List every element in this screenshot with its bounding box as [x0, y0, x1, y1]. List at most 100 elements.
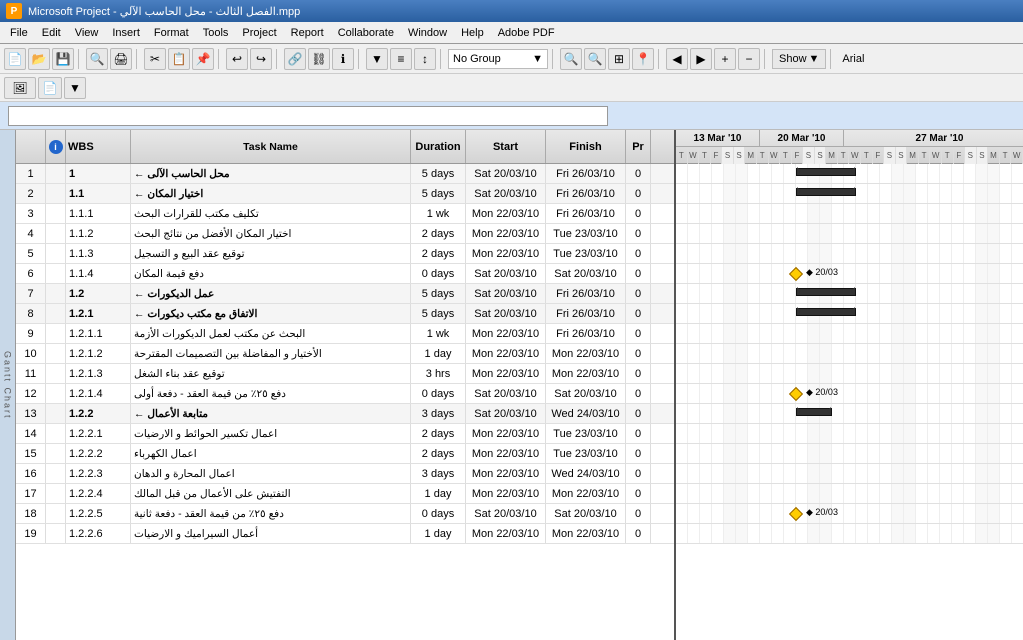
cut-button[interactable]: ✂ — [144, 48, 166, 70]
table-row[interactable]: 11محل الحاسب الآلى ←5 daysSat 20/03/10Fr… — [16, 164, 674, 184]
day-header-cell: T — [1000, 147, 1012, 164]
copy-button[interactable]: 📋 — [168, 48, 190, 70]
cell-taskname: اختيار المكان الأفضل من نتائج البحث — [131, 224, 411, 243]
menu-file[interactable]: File — [4, 25, 34, 41]
week-header: 20 Mar '10 — [760, 130, 844, 146]
unlink-button[interactable]: ⛓ — [308, 48, 330, 70]
menu-help[interactable]: Help — [455, 25, 490, 41]
cell-wbs: 1.2 — [66, 284, 131, 303]
cell-duration: 2 days — [411, 244, 466, 263]
cell-wbs: 1.2.2.1 — [66, 424, 131, 443]
back-button[interactable]: ◀ — [666, 48, 688, 70]
cell-duration: 5 days — [411, 164, 466, 183]
cell-wbs: 1.2.1.4 — [66, 384, 131, 403]
dropdown3-button[interactable]: ▼ — [64, 77, 86, 99]
table-row[interactable]: 141.2.2.1اعمال تكسير الحوائط و الارضيات2… — [16, 424, 674, 444]
day-header-cell: M — [988, 147, 1000, 164]
zoom-out-button[interactable]: 🔍 — [584, 48, 606, 70]
table-row[interactable]: 131.2.2متابعة الأعمال ←3 daysSat 20/03/1… — [16, 404, 674, 424]
task-name-input[interactable] — [8, 106, 608, 126]
group-button[interactable]: ≡ — [390, 48, 412, 70]
add-button[interactable]: + — [714, 48, 736, 70]
menu-collaborate[interactable]: Collaborate — [332, 25, 400, 41]
img1-button[interactable]: 🖼 — [4, 77, 36, 99]
menu-report[interactable]: Report — [285, 25, 330, 41]
table-row[interactable]: 41.1.2اختيار المكان الأفضل من نتائج البح… — [16, 224, 674, 244]
paste-button[interactable]: 📌 — [192, 48, 214, 70]
cell-duration: 2 days — [411, 224, 466, 243]
menu-project[interactable]: Project — [236, 25, 282, 41]
undo-button[interactable]: ↩ — [226, 48, 248, 70]
forward-button[interactable]: ▶ — [690, 48, 712, 70]
new-button[interactable]: 📄 — [4, 48, 26, 70]
col-header-duration[interactable]: Duration — [411, 130, 466, 163]
table-row[interactable]: 111.2.1.3توقيع عقد بناء الشغل3 hrsMon 22… — [16, 364, 674, 384]
table-row[interactable]: 181.2.2.5دفع ٢٥٪ من قيمة العقد - دفعة ثا… — [16, 504, 674, 524]
cell-taskname: أعمال السيراميك و الارضيات — [131, 524, 411, 543]
menu-tools[interactable]: Tools — [197, 25, 235, 41]
chart-row — [676, 204, 1023, 224]
save-button[interactable]: 💾 — [52, 48, 74, 70]
zoom-in-button[interactable]: 🔍 — [560, 48, 582, 70]
print-preview-button[interactable]: 🔍 — [86, 48, 108, 70]
table-row[interactable]: 121.2.1.4دفع ٢٥٪ من قيمة العقد - دفعة أو… — [16, 384, 674, 404]
img2-button[interactable]: 📄 — [38, 77, 62, 99]
day-header-cell: T — [838, 147, 850, 164]
print-button[interactable]: 🖨 — [110, 48, 132, 70]
table-row[interactable]: 161.2.2.3اعمال المحارة و الدهان3 daysMon… — [16, 464, 674, 484]
gantt-summary-bar[interactable] — [796, 408, 832, 416]
link-button[interactable]: 🔗 — [284, 48, 306, 70]
cell-num: 5 — [16, 244, 46, 263]
table-row[interactable]: 101.2.1.2الأختيار و المفاضلة بين التصميم… — [16, 344, 674, 364]
menu-adobe-pdf[interactable]: Adobe PDF — [492, 25, 561, 41]
gantt-summary-bar[interactable] — [796, 168, 856, 176]
minus-button[interactable]: − — [738, 48, 760, 70]
cell-pr: 0 — [626, 384, 651, 403]
table-row[interactable]: 171.2.2.4التفتيش على الأعمال من قبل الما… — [16, 484, 674, 504]
gantt-summary-bar[interactable] — [796, 288, 856, 296]
task-info-button[interactable]: ℹ — [332, 48, 354, 70]
gantt-summary-bar[interactable] — [796, 308, 856, 316]
cell-pr: 0 — [626, 244, 651, 263]
menu-format[interactable]: Format — [148, 25, 195, 41]
col-header-finish[interactable]: Finish — [546, 130, 626, 163]
cell-taskname: التفتيش على الأعمال من قبل المالك — [131, 484, 411, 503]
cell-pr: 0 — [626, 264, 651, 283]
cell-finish: Fri 26/03/10 — [546, 204, 626, 223]
cell-finish: Mon 22/03/10 — [546, 364, 626, 383]
milestone-label: ◆ 20/03 — [806, 267, 838, 278]
table-row[interactable]: 91.2.1.1البحث عن مكتب لعمل الديكورات الأ… — [16, 324, 674, 344]
chart-row — [676, 364, 1023, 384]
col-header-pr[interactable]: Pr — [626, 130, 651, 163]
col-header-start[interactable]: Start — [466, 130, 546, 163]
menu-edit[interactable]: Edit — [36, 25, 67, 41]
day-header-cell: S — [803, 147, 815, 164]
col-header-taskname[interactable]: Task Name — [131, 130, 411, 163]
group-dropdown[interactable]: No Group▼ — [448, 49, 548, 69]
zoom-fit-button[interactable]: ⊞ — [608, 48, 630, 70]
table-row[interactable]: 191.2.2.6أعمال السيراميك و الارضيات1 day… — [16, 524, 674, 544]
menu-window[interactable]: Window — [402, 25, 453, 41]
chart-row — [676, 164, 1023, 184]
cell-num: 6 — [16, 264, 46, 283]
show-dropdown[interactable]: Show▼ — [772, 49, 826, 69]
redo-button[interactable]: ↪ — [250, 48, 272, 70]
cell-taskname: دفع قيمة المكان — [131, 264, 411, 283]
table-row[interactable]: 21.1اختيار المكان ←5 daysSat 20/03/10Fri… — [16, 184, 674, 204]
menu-insert[interactable]: Insert — [106, 25, 146, 41]
table-row[interactable]: 151.2.2.2اعمال الكهرباء2 daysMon 22/03/1… — [16, 444, 674, 464]
cell-num: 17 — [16, 484, 46, 503]
cell-duration: 2 days — [411, 424, 466, 443]
table-row[interactable]: 51.1.3توقيع عقد البيع و التسجيل2 daysMon… — [16, 244, 674, 264]
table-row[interactable]: 81.2.1الاتفاق مع مكتب ديكورات ←5 daysSat… — [16, 304, 674, 324]
scroll-task-button[interactable]: 📍 — [632, 48, 654, 70]
table-row[interactable]: 61.1.4دفع قيمة المكان0 daysSat 20/03/10S… — [16, 264, 674, 284]
open-button[interactable]: 📂 — [28, 48, 50, 70]
gantt-summary-bar[interactable] — [796, 188, 856, 196]
filter-button[interactable]: ▼ — [366, 48, 388, 70]
sort-button[interactable]: ↕ — [414, 48, 436, 70]
col-header-wbs[interactable]: WBS — [66, 130, 131, 163]
menu-view[interactable]: View — [69, 25, 105, 41]
table-row[interactable]: 31.1.1تكليف مكتب للقرارات البحث1 wkMon 2… — [16, 204, 674, 224]
table-row[interactable]: 71.2عمل الديكورات ←5 daysSat 20/03/10Fri… — [16, 284, 674, 304]
